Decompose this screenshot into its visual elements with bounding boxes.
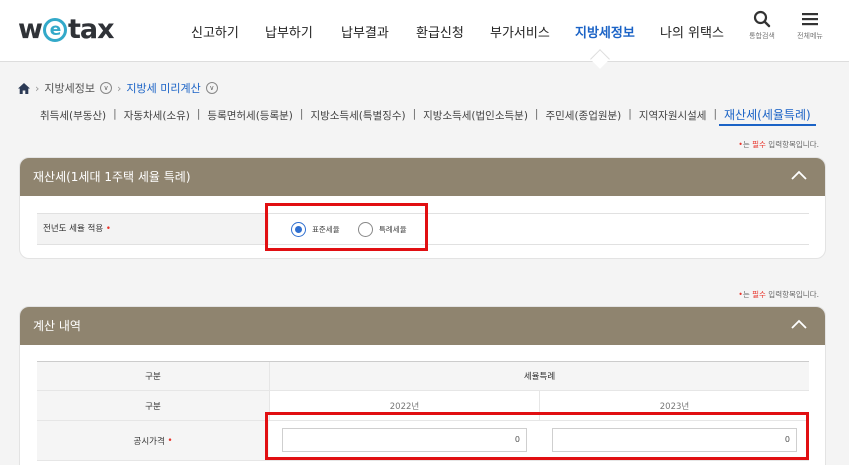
panel-header[interactable]: 계산 내역 xyxy=(20,307,825,345)
required-note-text: 입력항목입니다. xyxy=(765,290,819,299)
tab-divider: | xyxy=(299,108,304,120)
tab-resident-tax[interactable]: 주민세(종업원분) xyxy=(540,108,626,126)
required-note-text: 는 xyxy=(742,140,753,149)
table-header-cell: 세율특례 xyxy=(269,362,809,390)
nav-payment[interactable]: 납부하기 xyxy=(265,22,313,41)
tax-rate-label: 전년도 세율 적용 • xyxy=(37,214,269,244)
search-label: 통합검색 xyxy=(749,32,775,40)
tab-divider: | xyxy=(196,108,201,120)
search-icon xyxy=(753,10,771,28)
price-label-text: 공시가격 xyxy=(133,436,165,447)
tab-divider: | xyxy=(534,108,539,120)
tab-property-tax-special[interactable]: 재산세(세율특례) xyxy=(719,106,816,126)
logo-e-mark: e xyxy=(42,18,67,42)
nav-local-tax-info[interactable]: 지방세정보 xyxy=(575,22,635,41)
chevron-up-icon[interactable] xyxy=(791,170,807,180)
tab-divider: | xyxy=(412,108,417,120)
nav-report[interactable]: 신고하기 xyxy=(191,22,239,41)
breadcrumb-level2[interactable]: 지방세 미리계산 xyxy=(126,80,200,96)
nav-refund[interactable]: 환급신청 xyxy=(416,22,464,41)
table-header-row: 구분 세율특례 xyxy=(37,361,809,391)
tab-divider: | xyxy=(113,108,117,120)
required-word: 필수 xyxy=(752,140,766,149)
tab-divider: | xyxy=(628,108,632,120)
breadcrumb: › 지방세정보 ∨ › 지방세 미리계산 ∨ xyxy=(18,80,218,96)
row-label: 공시가격 • xyxy=(37,421,269,460)
required-note: •는 필수 입력항목입니다. xyxy=(738,289,819,300)
tab-local-income-tax-withholding[interactable]: 지방소득세(특별징수) xyxy=(305,108,410,126)
chevron-right-icon: › xyxy=(35,81,40,95)
logo-part: w xyxy=(18,14,43,45)
required-note: •는 필수 입력항목입니다. xyxy=(738,139,819,150)
header: w e tax 신고하기 납부하기 납부결과 환급신청 부가서비스 지방세정보 나의… xyxy=(0,0,849,69)
tax-rate-label-text: 전년도 세율 적용 xyxy=(43,224,104,234)
nav-extra-services[interactable]: 부가서비스 xyxy=(490,22,550,41)
tab-local-income-tax-corporate[interactable]: 지방소득세(법인소득분) xyxy=(418,108,533,126)
logo-part: tax xyxy=(67,14,115,45)
wetax-logo[interactable]: w e tax xyxy=(18,14,114,45)
tax-type-tabs: 취득세(부동산) | 자동차세(소유) | 등록면허세(등록분) | 지방소득세(특별… xyxy=(35,108,816,126)
home-icon[interactable] xyxy=(18,82,30,94)
nav-active-caret xyxy=(590,49,610,69)
tab-vehicle-tax[interactable]: 자동차세(소유) xyxy=(119,108,195,126)
required-word: 필수 xyxy=(752,290,766,299)
table-header-cell: 구분 xyxy=(37,362,269,390)
chevron-down-icon[interactable]: ∨ xyxy=(100,82,113,94)
tab-divider: | xyxy=(713,108,718,120)
hamburger-icon xyxy=(802,13,818,26)
chevron-right-icon: › xyxy=(117,81,122,95)
highlight-box xyxy=(265,203,428,251)
tab-regional-resource-tax[interactable]: 지역자원시설세 xyxy=(634,108,712,126)
tab-registration-tax[interactable]: 등록면허세(등록분) xyxy=(202,108,297,126)
required-note-text: 는 xyxy=(742,290,753,299)
all-menu-button[interactable]: 전체메뉴 xyxy=(790,10,830,41)
breadcrumb-level1[interactable]: 지방세정보 xyxy=(44,80,95,96)
panel-header[interactable]: 재산세(1세대 1주택 세율 특례) xyxy=(20,158,825,196)
panel-title: 재산세(1세대 1주택 세율 특례) xyxy=(33,170,191,184)
search-button[interactable]: 통합검색 xyxy=(742,10,782,41)
required-note-text: 입력항목입니다. xyxy=(765,140,819,149)
panel-title: 계산 내역 xyxy=(33,319,81,333)
tab-acquisition-tax[interactable]: 취득세(부동산) xyxy=(35,108,111,126)
required-mark: • xyxy=(167,435,173,446)
nav-my-wetax[interactable]: 나의 위택스 xyxy=(660,22,724,41)
chevron-down-icon[interactable]: ∨ xyxy=(205,82,218,94)
all-menu-label: 전체메뉴 xyxy=(797,32,823,40)
highlight-box xyxy=(265,412,809,460)
required-mark: • xyxy=(105,224,111,234)
row-label: 구분 xyxy=(37,391,269,420)
nav-payment-result[interactable]: 납부결과 xyxy=(341,22,389,41)
chevron-up-icon[interactable] xyxy=(791,319,807,329)
